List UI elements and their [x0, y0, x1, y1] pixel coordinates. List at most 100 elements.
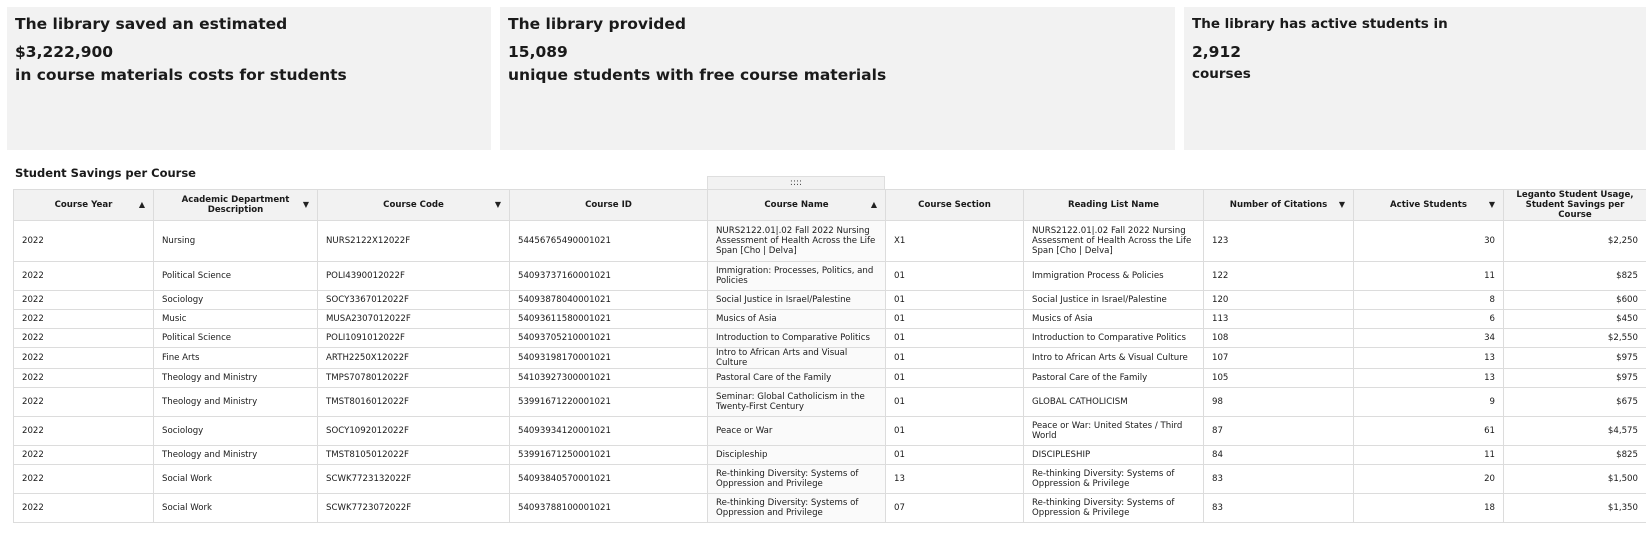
cell-active-students: 11: [1353, 445, 1504, 465]
table-row[interactable]: 2022 Theology and Ministry TMST8105012022F…: [13, 445, 1646, 465]
column-header-label: Course Code: [383, 200, 444, 210]
column-drag-handle[interactable]: ::::: [707, 176, 885, 189]
table-row[interactable]: 2022 Political Science POLI1091012022F 5409…: [13, 328, 1646, 348]
cell-number-of-citations: 98: [1203, 387, 1354, 417]
column-header-course-section[interactable]: Course Section: [885, 189, 1024, 221]
column-header-course-code[interactable]: Course Code ▼: [317, 189, 510, 221]
sort-ascending-icon[interactable]: ▲: [139, 200, 145, 210]
cell-number-of-citations: 107: [1203, 347, 1354, 369]
cell-academic-department: Music: [153, 309, 318, 329]
sort-descending-icon[interactable]: ▼: [1339, 200, 1345, 210]
cell-course-code: POLI4390012022F: [317, 261, 510, 291]
cell-course-section: 01: [885, 445, 1024, 465]
column-header-course-name[interactable]: Course Name ▲: [707, 189, 886, 221]
column-header-active-students[interactable]: Active Students ▼: [1353, 189, 1504, 221]
table-row[interactable]: 2022 Social Work SCWK7723132022F 5409384057…: [13, 464, 1646, 494]
cell-academic-department: Theology and Ministry: [153, 445, 318, 465]
sort-ascending-icon[interactable]: ▲: [871, 200, 877, 210]
table-body: 2022 Nursing NURS2122X12022F 54456765490001…: [13, 220, 1646, 523]
cell-course-id: 53991671220001021: [509, 387, 708, 417]
cell-course-id: 54103927300001021: [509, 368, 708, 388]
cell-course-name: Discipleship: [707, 445, 886, 465]
cell-course-section: 07: [885, 493, 1024, 523]
column-header-student-savings[interactable]: Leganto Student Usage, Student Savings p…: [1503, 189, 1646, 221]
kpi-card-students: The library provided 15,089 unique stude…: [500, 7, 1175, 150]
cell-course-code: TMST8105012022F: [317, 445, 510, 465]
column-header-number-of-citations[interactable]: Number of Citations ▼: [1203, 189, 1354, 221]
cell-course-year: 2022: [13, 347, 154, 369]
cell-course-year: 2022: [13, 445, 154, 465]
column-header-label: Course Name: [764, 200, 829, 210]
cell-course-code: NURS2122X12022F: [317, 220, 510, 262]
column-header-label: Leganto Student Usage, Student Savings p…: [1516, 190, 1634, 220]
table-row[interactable]: 2022 Nursing NURS2122X12022F 54456765490001…: [13, 220, 1646, 262]
table-row[interactable]: 2022 Fine Arts ARTH2250X12022F 540931981700…: [13, 347, 1646, 369]
cell-academic-department: Social Work: [153, 493, 318, 523]
cell-course-name: Immigration: Processes, Politics, and Po…: [707, 261, 886, 291]
cell-course-section: 01: [885, 290, 1024, 310]
cell-active-students: 18: [1353, 493, 1504, 523]
table-row[interactable]: 2022 Theology and Ministry TMST8016012022F…: [13, 387, 1646, 417]
sort-descending-icon[interactable]: ▼: [1489, 200, 1495, 210]
cell-academic-department: Political Science: [153, 261, 318, 291]
cell-academic-department: Theology and Ministry: [153, 368, 318, 388]
table-row[interactable]: 2022 Social Work SCWK7723072022F 5409378810…: [13, 493, 1646, 523]
cell-number-of-citations: 87: [1203, 416, 1354, 446]
column-header-label: Active Students: [1390, 200, 1467, 210]
cell-course-code: MUSA2307012022F: [317, 309, 510, 329]
cell-course-id: 54093934120001021: [509, 416, 708, 446]
kpi-students-caption: unique students with free course materia…: [508, 66, 887, 84]
cell-course-code: SCWK7723132022F: [317, 464, 510, 494]
kpi-courses-intro: The library has active students in: [1192, 16, 1448, 32]
cell-reading-list-name: NURS2122.01|.02 Fall 2022 Nursing Assess…: [1023, 220, 1204, 262]
sort-descending-icon[interactable]: ▼: [495, 200, 501, 210]
cell-course-code: POLI1091012022F: [317, 328, 510, 348]
cell-active-students: 9: [1353, 387, 1504, 417]
table-row[interactable]: 2022 Music MUSA2307012022F 5409361158000102…: [13, 309, 1646, 329]
cell-course-name: Introduction to Comparative Politics: [707, 328, 886, 348]
cell-student-savings: $450: [1503, 309, 1646, 329]
cell-course-id: 54093788100001021: [509, 493, 708, 523]
cell-reading-list-name: Re-thinking Diversity: Systems of Oppres…: [1023, 493, 1204, 523]
column-header-label: Number of Citations: [1229, 200, 1328, 210]
cell-reading-list-name: GLOBAL CATHOLICISM: [1023, 387, 1204, 417]
cell-course-id: 54093737160001021: [509, 261, 708, 291]
table-row[interactable]: 2022 Theology and Ministry TMPS7078012022F…: [13, 368, 1646, 388]
cell-course-code: SOCY1092012022F: [317, 416, 510, 446]
column-header-course-id[interactable]: Course ID: [509, 189, 708, 221]
table-row[interactable]: 2022 Sociology SOCY3367012022F 540938780400…: [13, 290, 1646, 310]
cell-course-year: 2022: [13, 493, 154, 523]
kpi-card-savings: The library saved an estimated $3,222,90…: [7, 7, 491, 150]
column-header-course-year[interactable]: Course Year ▲: [13, 189, 154, 221]
cell-course-year: 2022: [13, 290, 154, 310]
cell-course-id: 54093611580001021: [509, 309, 708, 329]
table-row[interactable]: 2022 Sociology SOCY1092012022F 540939341200…: [13, 416, 1646, 446]
cell-number-of-citations: 108: [1203, 328, 1354, 348]
kpi-savings-intro: The library saved an estimated: [15, 15, 288, 33]
table-row[interactable]: 2022 Political Science POLI4390012022F 5409…: [13, 261, 1646, 291]
cell-academic-department: Sociology: [153, 416, 318, 446]
cell-course-year: 2022: [13, 368, 154, 388]
cell-reading-list-name: Immigration Process & Policies: [1023, 261, 1204, 291]
cell-course-code: TMST8016012022F: [317, 387, 510, 417]
cell-student-savings: $2,250: [1503, 220, 1646, 262]
column-header-academic-department[interactable]: Academic Department Description ▼: [153, 189, 318, 221]
cell-course-section: 01: [885, 368, 1024, 388]
cell-course-year: 2022: [13, 261, 154, 291]
kpi-courses-caption: courses: [1192, 66, 1251, 82]
cell-reading-list-name: Introduction to Comparative Politics: [1023, 328, 1204, 348]
column-header-label: Academic Department Description: [181, 195, 290, 215]
cell-student-savings: $1,350: [1503, 493, 1646, 523]
cell-reading-list-name: Pastoral Care of the Family: [1023, 368, 1204, 388]
cell-number-of-citations: 84: [1203, 445, 1354, 465]
cell-course-section: 13: [885, 464, 1024, 494]
column-header-label: Reading List Name: [1067, 200, 1159, 210]
column-header-label: Course ID: [585, 200, 632, 210]
sort-descending-icon[interactable]: ▼: [303, 200, 309, 210]
cell-course-section: 01: [885, 387, 1024, 417]
cell-student-savings: $675: [1503, 387, 1646, 417]
cell-number-of-citations: 105: [1203, 368, 1354, 388]
column-header-reading-list-name[interactable]: Reading List Name: [1023, 189, 1204, 221]
cell-number-of-citations: 113: [1203, 309, 1354, 329]
column-header-label: Course Year: [54, 200, 113, 210]
